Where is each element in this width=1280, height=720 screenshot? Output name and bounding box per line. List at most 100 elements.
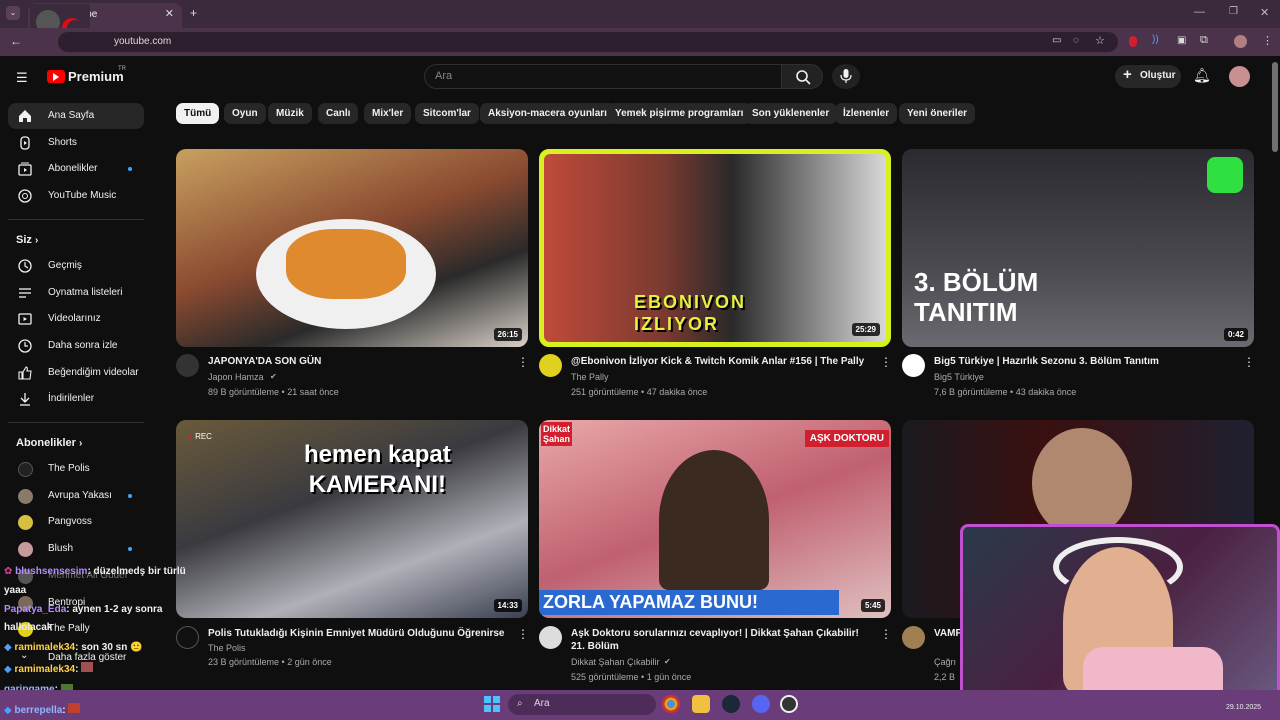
new-tab-button[interactable]: + <box>190 6 197 20</box>
chip-music[interactable]: Müzik <box>268 103 312 124</box>
sidebar-item-home[interactable]: Ana Sayfa <box>8 103 144 129</box>
channel-avatar[interactable] <box>176 354 199 377</box>
sidebar-item-history[interactable]: Geçmiş <box>8 253 144 279</box>
new-content-dot <box>128 494 132 498</box>
create-button[interactable]: + Oluştur <box>1115 65 1181 88</box>
browser-menu-icon[interactable]: ⋮ <box>1262 34 1273 47</box>
sidebar-item-label: Blush <box>48 543 74 554</box>
more-actions-icon[interactable]: ⋮ <box>517 627 529 641</box>
window-minimize-icon[interactable]: — <box>1194 6 1205 18</box>
channel-name[interactable]: Big5 Türkiye <box>934 372 984 382</box>
more-actions-icon[interactable]: ⋮ <box>1243 355 1255 369</box>
window-restore-icon[interactable]: ❐ <box>1229 6 1238 17</box>
chip-new-to-you[interactable]: Yeni öneriler <box>899 103 976 124</box>
page-scrollbar[interactable] <box>1272 62 1278 152</box>
more-actions-icon[interactable]: ⋮ <box>880 355 892 369</box>
chip-recently-uploaded[interactable]: Son yüklenenler <box>744 103 838 124</box>
channel-avatar[interactable] <box>539 354 562 377</box>
more-actions-icon[interactable]: ⋮ <box>880 627 892 641</box>
video-thumbnail[interactable]: EBONIVON IZLIYOR 25:29 <box>539 149 891 347</box>
chip-watched[interactable]: İzlenenler <box>835 103 898 124</box>
hamburger-menu-icon[interactable]: ☰ <box>16 70 28 86</box>
video-title[interactable]: Polis Tutukladığı Kişinin Emniyet Müdürü… <box>208 627 508 640</box>
chat-emote-icon <box>81 662 94 672</box>
discord-icon[interactable] <box>752 695 770 713</box>
video-thumbnail[interactable]: 3. BÖLÜM TANITIM 0:42 <box>902 149 1254 347</box>
obs-icon[interactable] <box>780 695 798 713</box>
video-thumbnail[interactable]: ● REC hemen kapat KAMERANI! 14:33 <box>176 420 528 618</box>
back-icon[interactable]: ← <box>10 34 22 48</box>
video-thumbnail[interactable]: Dikkat Şahan AŞK DOKTORU ZORLA YAPAMAZ BU… <box>539 420 891 618</box>
thumbnail-caption: 3. BÖLÜM TANITIM <box>914 267 1039 327</box>
cast-icon[interactable]: ▭ <box>1052 35 1061 46</box>
chat-text: yaaa <box>4 585 27 596</box>
subscriptions-section-heading[interactable]: Abonelikler › <box>16 437 82 449</box>
subscriptions-heading-label: Abonelikler <box>16 437 76 449</box>
sidebar-sub-avrupa-yakasi[interactable]: Avrupa Yakası <box>8 483 144 509</box>
you-section-heading[interactable]: Siz › <box>16 234 38 246</box>
chip-gaming[interactable]: Oyun <box>224 103 266 124</box>
sidebar-item-downloads[interactable]: İndirilenler <box>8 386 144 412</box>
sidebar-item-shorts[interactable]: Shorts <box>8 130 144 156</box>
sidebar-item-watch-later[interactable]: Daha sonra izle <box>8 333 144 359</box>
chip-sitcoms[interactable]: Sitcom'lar <box>415 103 479 124</box>
channel-avatar[interactable] <box>902 354 925 377</box>
sidebar-item-subscriptions[interactable]: Abonelikler <box>8 156 144 182</box>
tab-list-icon[interactable]: ⌄ <box>6 6 20 20</box>
channel-avatar[interactable] <box>176 626 199 649</box>
chip-live[interactable]: Canlı <box>318 103 359 124</box>
youtube-logo[interactable]: Premium TR <box>47 66 137 88</box>
search-input[interactable]: Ara <box>424 64 782 89</box>
video-title[interactable]: Big5 Türkiye | Hazırlık Sezonu 3. Bölüm … <box>934 355 1234 368</box>
sidebar-item-liked-videos[interactable]: Beğendiğim videolar <box>8 360 144 386</box>
sidebar-item-label: Beğendiğim videolar <box>48 367 139 378</box>
extensions-puzzle-icon[interactable]: ⧉ <box>1200 34 1208 47</box>
chrome-icon[interactable] <box>662 695 680 713</box>
channel-name[interactable]: The Pally <box>571 372 609 382</box>
tab-close-icon[interactable]: ✕ <box>165 7 174 20</box>
more-actions-icon[interactable]: ⋮ <box>517 355 529 369</box>
notifications-bell-icon[interactable]: 🔔︎ <box>1193 67 1211 84</box>
taskbar-search-input[interactable]: ⌕ Ara <box>508 694 656 715</box>
sidebar-sub-pangvoss[interactable]: Pangvoss <box>8 509 144 535</box>
eye-off-icon[interactable]: ◌ <box>1073 35 1079 46</box>
video-title[interactable]: JAPONYA'DA SON GÜN <box>208 355 508 368</box>
chip-cooking[interactable]: Yemek pişirme programları <box>607 103 752 124</box>
bookmark-star-icon[interactable]: ☆ <box>1095 34 1105 47</box>
chip-mixes[interactable]: Mix'ler <box>364 103 412 124</box>
sidebar-item-label: Avrupa Yakası <box>48 490 112 501</box>
sidebar-item-playlists[interactable]: Oynatma listeleri <box>8 280 144 306</box>
channel-name[interactable]: Japon Hamza <box>208 372 264 382</box>
window-close-icon[interactable]: ✕ <box>1260 6 1269 19</box>
sidebar-item-label: The Polis <box>48 463 90 474</box>
address-input[interactable]: youtube.com <box>58 32 1118 52</box>
extension-box-icon[interactable]: ▣ <box>1177 35 1186 46</box>
search-button[interactable] <box>781 64 823 89</box>
search-icon <box>796 70 811 85</box>
video-thumbnail[interactable]: 26:15 <box>176 149 528 347</box>
file-explorer-icon[interactable] <box>692 695 710 713</box>
sidebar-item-youtube-music[interactable]: YouTube Music <box>8 183 144 209</box>
extension-red-icon[interactable] <box>1129 36 1137 47</box>
sidebar-sub-the-polis[interactable]: The Polis <box>8 456 144 482</box>
sidebar-item-your-videos[interactable]: Videolarınız <box>8 306 144 332</box>
channel-avatar[interactable] <box>902 626 925 649</box>
sidebar-sub-blush[interactable]: Blush <box>8 536 144 562</box>
channel-name[interactable]: The Polis <box>208 643 246 653</box>
download-icon <box>20 393 30 406</box>
extension-wave-icon[interactable]: )) <box>1152 34 1159 45</box>
windows-start-icon[interactable] <box>484 696 500 712</box>
channel-name[interactable]: Çağrı <box>934 657 956 667</box>
steam-icon[interactable] <box>722 695 740 713</box>
profile-icon[interactable] <box>1234 35 1247 48</box>
chip-action-adventure[interactable]: Aksiyon-macera oyunları <box>480 103 615 124</box>
channel-name[interactable]: Dikkat Şahan Çıkabilir <box>571 657 660 667</box>
channel-avatar[interactable] <box>539 626 562 649</box>
voice-search-button[interactable] <box>832 64 860 89</box>
video-title[interactable]: Aşk Doktoru sorularınızı cevaplıyor! | D… <box>571 627 871 653</box>
chip-all[interactable]: Tümü <box>176 103 220 124</box>
account-avatar[interactable] <box>1229 66 1250 87</box>
subscriptions-icon <box>18 162 32 176</box>
chat-username: berrepella <box>14 705 63 716</box>
video-title[interactable]: @Ebonivon İzliyor Kick & Twitch Komik An… <box>571 355 871 368</box>
